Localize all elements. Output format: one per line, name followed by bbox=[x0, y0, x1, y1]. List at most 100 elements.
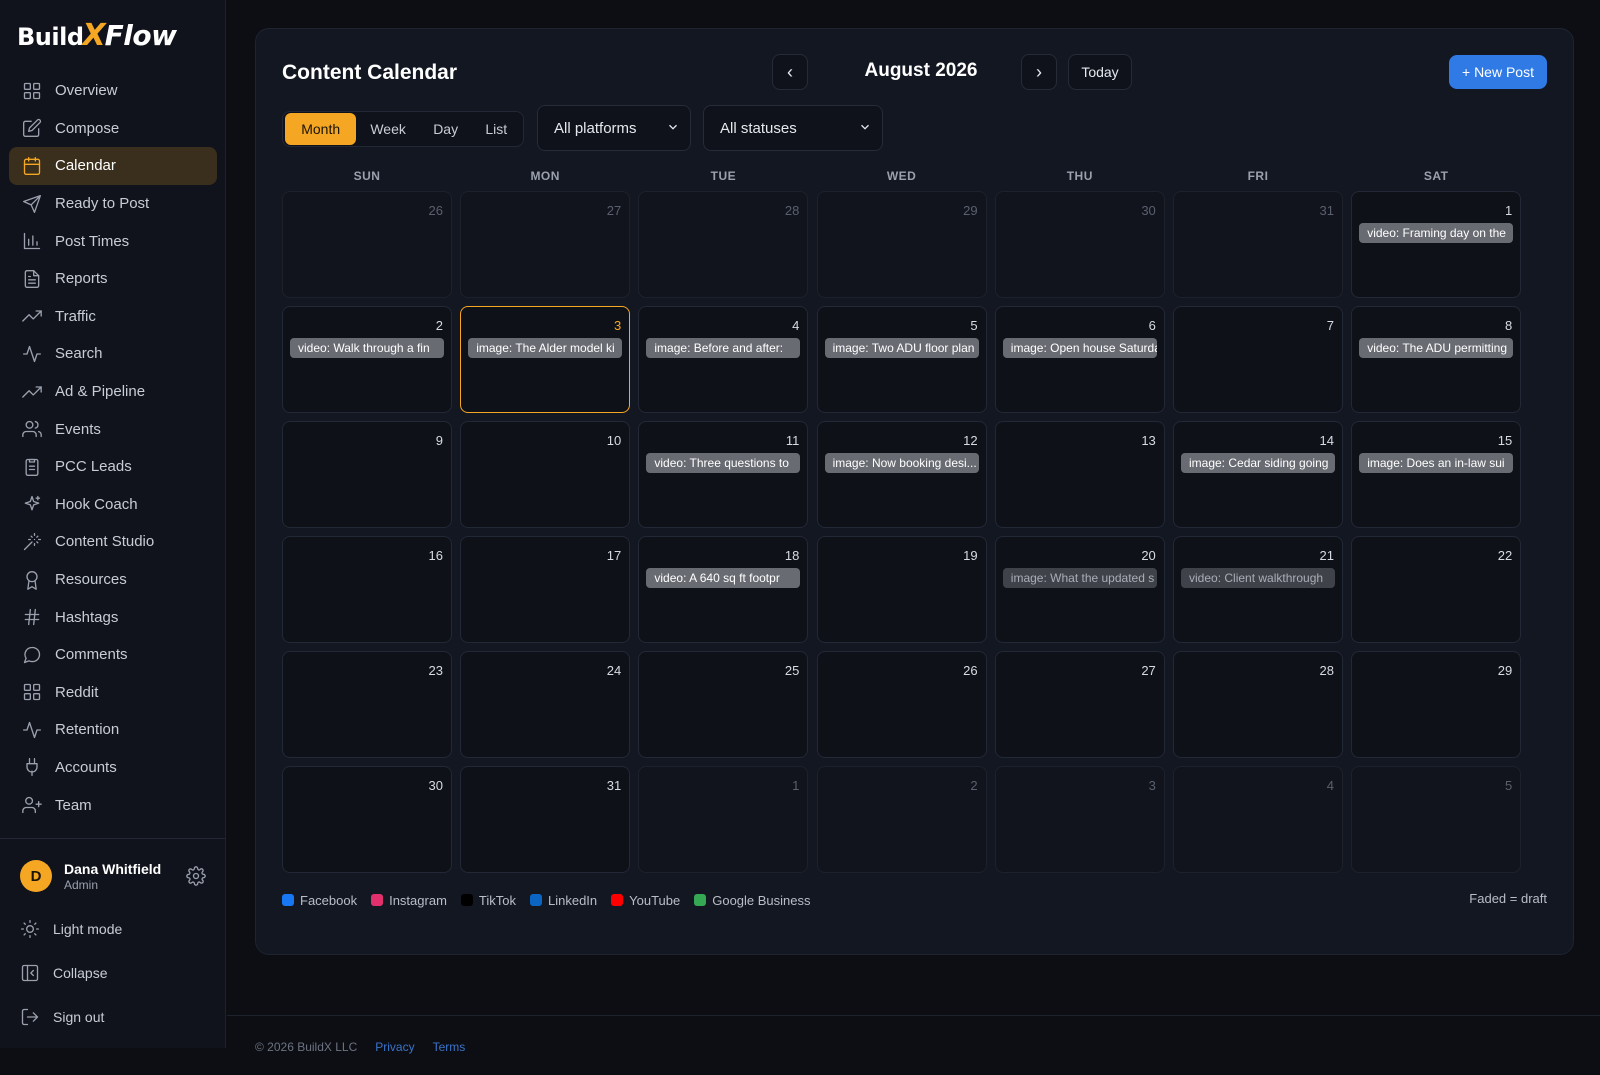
calendar-day-cell[interactable]: 14 image: Cedar siding going bbox=[1173, 421, 1343, 528]
sidebar-item-ad-pipeline[interactable]: Ad & Pipeline bbox=[9, 373, 217, 411]
calendar-day-cell[interactable]: 9 bbox=[282, 421, 452, 528]
sidebar-item-traffic[interactable]: Traffic bbox=[9, 298, 217, 336]
sidebar-item-hook-coach[interactable]: Hook Coach bbox=[9, 486, 217, 524]
platform-filter-select[interactable]: All platforms bbox=[537, 105, 691, 151]
sidebar-item-label: Post Times bbox=[55, 232, 130, 250]
calendar-day-cell[interactable]: 31 bbox=[460, 766, 631, 873]
scheduled-post-chip[interactable]: image: The Alder model ki bbox=[468, 338, 623, 358]
calendar-day-cell[interactable]: 7 bbox=[1173, 306, 1343, 413]
calendar-day-cell[interactable]: 27 bbox=[994, 651, 1165, 758]
brand-logo[interactable]: Build X Flow bbox=[17, 18, 177, 53]
calendar-day-cell[interactable]: 3 bbox=[994, 766, 1165, 873]
sidebar-item-content-studio[interactable]: Content Studio bbox=[9, 523, 217, 561]
sidebar-item-resources[interactable]: Resources bbox=[9, 561, 217, 599]
draft-post-chip[interactable]: video: Client walkthrough bbox=[1181, 568, 1335, 588]
draft-post-chip[interactable]: image: What the updated s bbox=[1002, 568, 1157, 588]
calendar-day-cell[interactable]: 10 bbox=[460, 421, 631, 528]
calendar-day-cell-today[interactable]: 3 image: The Alder model ki bbox=[460, 306, 631, 413]
scheduled-post-chip[interactable]: image: Does an in-law sui bbox=[1359, 453, 1514, 473]
sidebar-item-ready-to-post[interactable]: Ready to Post bbox=[9, 185, 217, 223]
calendar-day-cell[interactable]: 26 bbox=[816, 651, 987, 758]
calendar-day-cell[interactable]: 2 bbox=[816, 766, 987, 873]
calendar-day-cell[interactable]: 26 bbox=[282, 191, 452, 298]
calendar-day-cell[interactable]: 19 bbox=[816, 536, 987, 643]
sidebar-item-accounts[interactable]: Accounts bbox=[9, 749, 217, 787]
status-filter-select[interactable]: All statuses bbox=[703, 105, 883, 151]
calendar-day-cell[interactable]: 21 video: Client walkthrough bbox=[1173, 536, 1343, 643]
calendar-day-cell[interactable]: 2 video: Walk through a fin bbox=[282, 306, 452, 413]
sidebar-item-label: Traffic bbox=[55, 307, 96, 325]
sign-out-button[interactable]: Sign out bbox=[20, 1005, 104, 1029]
calendar-day-cell[interactable]: 28 bbox=[638, 191, 809, 298]
tab-list[interactable]: List bbox=[471, 113, 521, 145]
calendar-day-cell[interactable]: 23 bbox=[282, 651, 452, 758]
sidebar-item-search[interactable]: Search bbox=[9, 335, 217, 373]
scheduled-post-chip[interactable]: image: Now booking desi... bbox=[824, 453, 979, 473]
calendar-day-cell[interactable]: 6 image: Open house Saturda bbox=[994, 306, 1165, 413]
calendar-day-cell[interactable]: 8 video: The ADU permitting bbox=[1351, 306, 1522, 413]
sidebar-item-overview[interactable]: Overview bbox=[9, 72, 217, 110]
calendar-day-cell[interactable]: 18 video: A 640 sq ft footpr bbox=[638, 536, 809, 643]
prev-month-button[interactable]: ‹ bbox=[772, 54, 808, 90]
tab-month[interactable]: Month bbox=[285, 113, 357, 145]
avatar[interactable]: D bbox=[20, 860, 52, 892]
sidebar-item-post-times[interactable]: Post Times bbox=[9, 222, 217, 260]
calendar-day-cell[interactable]: 29 bbox=[1351, 651, 1522, 758]
calendar-day-cell[interactable]: 1 video: Framing day on the bbox=[1351, 191, 1522, 298]
calendar-day-cell[interactable]: 4 bbox=[1173, 766, 1343, 873]
sidebar-item-pcc-leads[interactable]: PCC Leads bbox=[9, 448, 217, 486]
calendar-day-cell[interactable]: 22 bbox=[1351, 536, 1522, 643]
sparkle-icon bbox=[22, 494, 42, 514]
tab-week[interactable]: Week bbox=[356, 113, 419, 145]
calendar-day-cell[interactable]: 1 bbox=[638, 766, 809, 873]
calendar-day-cell[interactable]: 28 bbox=[1173, 651, 1343, 758]
sidebar-item-retention[interactable]: Retention bbox=[9, 711, 217, 749]
sidebar-item-reports[interactable]: Reports bbox=[9, 260, 217, 298]
day-number: 30 bbox=[1141, 203, 1156, 218]
calendar-day-cell[interactable]: 30 bbox=[994, 191, 1165, 298]
calendar-day-cell[interactable]: 31 bbox=[1173, 191, 1343, 298]
calendar-day-cell[interactable]: 11 video: Three questions to bbox=[638, 421, 809, 528]
calendar-day-cell[interactable]: 5 bbox=[1351, 766, 1522, 873]
sidebar-item-hashtags[interactable]: Hashtags bbox=[9, 598, 217, 636]
scheduled-post-chip[interactable]: video: Framing day on the bbox=[1359, 223, 1514, 243]
collapse-button[interactable]: Collapse bbox=[20, 961, 107, 985]
privacy-link[interactable]: Privacy bbox=[375, 1040, 414, 1054]
calendar-day-cell[interactable]: 16 bbox=[282, 536, 452, 643]
calendar-day-cell[interactable]: 13 bbox=[994, 421, 1165, 528]
sidebar-item-team[interactable]: Team bbox=[9, 786, 217, 824]
scheduled-post-chip[interactable]: image: Two ADU floor plan bbox=[824, 338, 979, 358]
calendar-day-cell[interactable]: 25 bbox=[638, 651, 809, 758]
tab-day[interactable]: Day bbox=[420, 113, 472, 145]
calendar-day-cell[interactable]: 24 bbox=[460, 651, 631, 758]
sidebar-item-reddit[interactable]: Reddit bbox=[9, 674, 217, 712]
light-mode-toggle[interactable]: Light mode bbox=[20, 917, 122, 941]
calendar-day-cell[interactable]: 27 bbox=[460, 191, 631, 298]
calendar-day-cell[interactable]: 15 image: Does an in-law sui bbox=[1351, 421, 1522, 528]
sidebar-item-calendar[interactable]: Calendar bbox=[9, 147, 217, 185]
sidebar-item-comments[interactable]: Comments bbox=[9, 636, 217, 674]
scheduled-post-chip[interactable]: video: A 640 sq ft footpr bbox=[646, 568, 801, 588]
calendar-day-cell[interactable]: 29 bbox=[816, 191, 987, 298]
next-month-button[interactable]: › bbox=[1021, 54, 1057, 90]
gear-icon[interactable] bbox=[186, 866, 206, 886]
sidebar-item-label: Retention bbox=[55, 721, 120, 739]
scheduled-post-chip[interactable]: video: Walk through a fin bbox=[290, 338, 444, 358]
calendar-day-cell[interactable]: 30 bbox=[282, 766, 452, 873]
new-post-button[interactable]: + New Post bbox=[1449, 55, 1547, 89]
scheduled-post-chip[interactable]: image: Open house Saturda bbox=[1002, 338, 1157, 358]
calendar-day-cell[interactable]: 20 image: What the updated s bbox=[994, 536, 1165, 643]
calendar-day-cell[interactable]: 5 image: Two ADU floor plan bbox=[816, 306, 987, 413]
sidebar-item-compose[interactable]: Compose bbox=[9, 110, 217, 148]
calendar-day-cell[interactable]: 17 bbox=[460, 536, 631, 643]
scheduled-post-chip[interactable]: video: Three questions to bbox=[646, 453, 801, 473]
calendar-day-cell[interactable]: 12 image: Now booking desi... bbox=[816, 421, 987, 528]
scheduled-post-chip[interactable]: video: The ADU permitting bbox=[1359, 338, 1514, 358]
day-number: 2 bbox=[435, 318, 443, 333]
scheduled-post-chip[interactable]: image: Before and after: bbox=[646, 338, 801, 358]
sidebar-item-events[interactable]: Events bbox=[9, 410, 217, 448]
terms-link[interactable]: Terms bbox=[433, 1040, 466, 1054]
scheduled-post-chip[interactable]: image: Cedar siding going bbox=[1181, 453, 1335, 473]
calendar-day-cell[interactable]: 4 image: Before and after: bbox=[638, 306, 809, 413]
today-button[interactable]: Today bbox=[1068, 54, 1132, 90]
